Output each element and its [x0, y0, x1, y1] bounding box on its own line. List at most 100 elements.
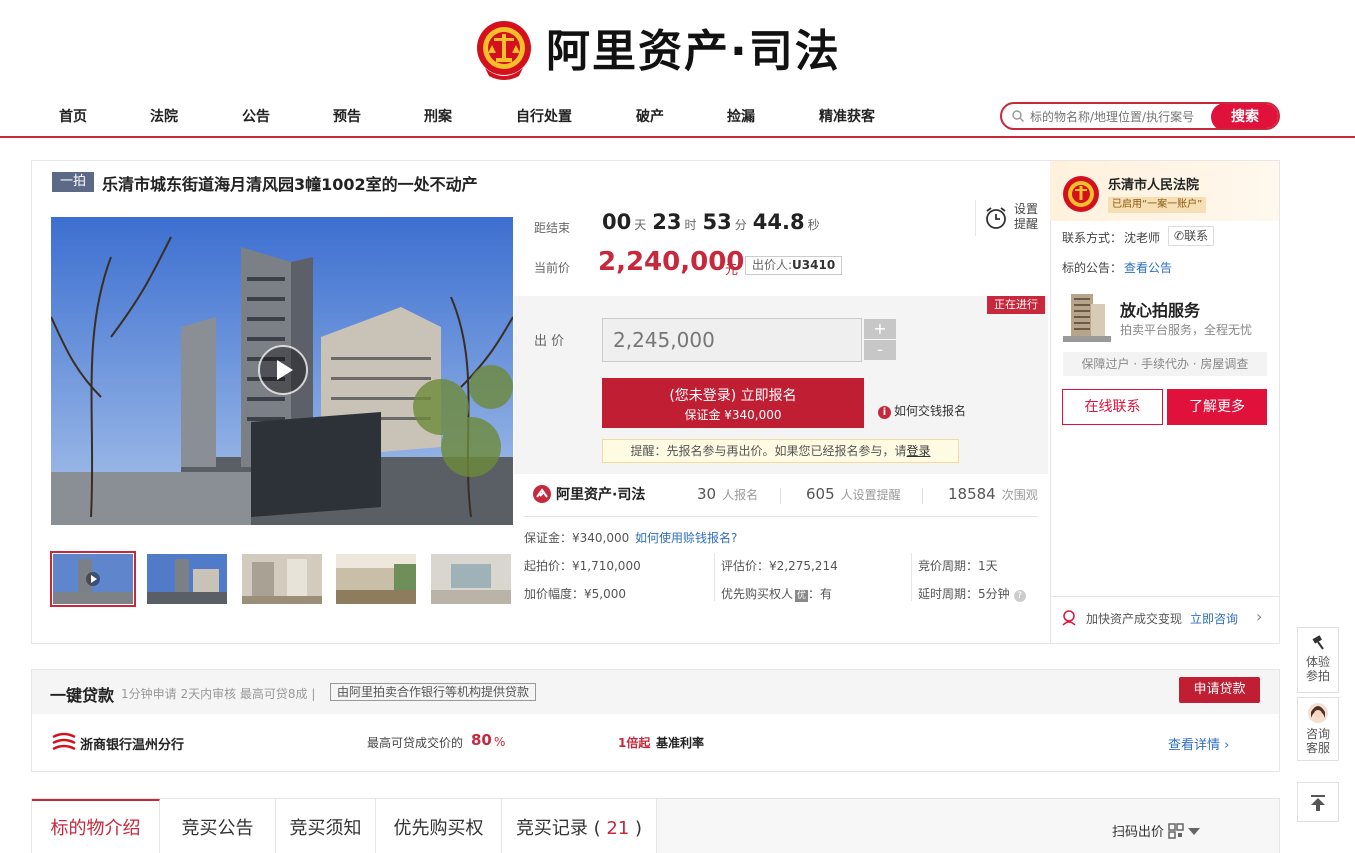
loan-detail-link-label: 查看详情	[1168, 738, 1221, 753]
nav-notice[interactable]: 公告	[242, 106, 270, 126]
learn-more-button[interactable]: 了解更多	[1167, 389, 1267, 425]
online-contact-button[interactable]: 在线联系	[1062, 389, 1163, 425]
signup-count: 30 人报名	[697, 485, 758, 503]
arrow-up-icon	[1311, 795, 1325, 811]
search-box: 搜索	[1000, 102, 1280, 130]
login-link[interactable]: 登录	[907, 444, 931, 458]
countdown-hours: 23	[652, 210, 682, 234]
detail-tabs: 标的物介绍 竞买公告 竞买须知 优先购买权 竞买记录 ( 21 ) 扫码出价	[31, 798, 1280, 853]
deposit-info: 保证金：¥340,000	[524, 531, 630, 545]
info-icon: i	[878, 406, 891, 419]
countdown-timer: 00 天 23 时 53 分 44.8 秒	[602, 210, 826, 234]
countdown-seconds: 44.8	[752, 210, 805, 234]
assessed-price: 评估价：¥2,275,214	[721, 559, 838, 573]
divider	[911, 553, 912, 601]
nav-bankruptcy[interactable]: 破产	[636, 106, 664, 126]
nav-criminal[interactable]: 刑案	[424, 106, 452, 126]
experience-bid-label: 体验参拍	[1305, 655, 1330, 683]
court-emblem-logo	[477, 21, 531, 80]
nav-precise-leads[interactable]: 精准获客	[819, 106, 875, 126]
reminder-count: 605 人设置提醒	[806, 485, 901, 503]
priority-buyer-value: ：有	[808, 587, 833, 601]
court-name[interactable]: 乐清市人民法院	[1108, 174, 1199, 193]
countdown-second-unit: 秒	[807, 218, 820, 232]
decrease-bid-button[interactable]: -	[864, 340, 896, 360]
avatar-icon	[1308, 703, 1328, 723]
consult-icon	[1062, 610, 1076, 626]
consult-link[interactable]: 立即咨询	[1190, 610, 1238, 627]
countdown-minutes: 53	[702, 210, 732, 234]
tab-bid-records[interactable]: 竞买记录 ( 21 )	[502, 799, 657, 853]
tab-item-intro[interactable]: 标的物介绍	[32, 799, 160, 853]
customer-service-label: 咨询客服	[1305, 727, 1330, 755]
thumbnail-4[interactable]	[336, 554, 416, 604]
nav-bargain[interactable]: 捡漏	[727, 106, 755, 126]
apply-loan-button[interactable]: 申请贷款	[1179, 677, 1260, 703]
nav-court[interactable]: 法院	[150, 106, 178, 126]
bidder-id: U3410	[792, 258, 836, 272]
alarm-clock-icon	[986, 207, 1006, 229]
extension-period: 延时周期：5分钟?	[918, 585, 1026, 602]
reminder-count-label: 人设置提醒	[840, 488, 901, 502]
contact-button[interactable]: ✆联系	[1168, 226, 1215, 246]
tab-priority[interactable]: 优先购买权	[376, 799, 502, 853]
nav-self-disposal[interactable]: 自行处置	[516, 106, 572, 126]
countdown-hour-unit: 时	[684, 218, 697, 232]
play-video-icon[interactable]	[257, 344, 309, 396]
chevron-right-icon: ›	[1256, 607, 1263, 626]
thumbnail-2[interactable]	[147, 554, 227, 604]
extension-period-label: 延时周期：5分钟	[918, 587, 1010, 601]
view-count-value: 18584	[948, 485, 996, 503]
tab-bid-rules[interactable]: 竞买须知	[276, 799, 376, 853]
divider	[714, 553, 715, 601]
nav-home[interactable]: 首页	[59, 106, 87, 126]
loan-rate-prefix: 1倍起	[618, 736, 651, 750]
signup-button-label: (您未登录) 立即报名	[669, 388, 797, 404]
search-button[interactable]: 搜索	[1211, 104, 1278, 128]
view-notice-link[interactable]: 查看公告	[1124, 259, 1172, 276]
scan-bid-label: 扫码出价	[1112, 825, 1165, 840]
priority-buyer: 优先购买权人优：有	[721, 585, 832, 602]
auction-round-tag: 一拍	[52, 172, 94, 192]
consult-bar[interactable]: 加快资产成交变现 立即咨询 ›	[1050, 596, 1279, 643]
tab-bid-notice[interactable]: 竞买公告	[160, 799, 276, 853]
set-reminder-label: 设置提醒	[1014, 202, 1039, 231]
thumbnail-5[interactable]	[431, 554, 511, 604]
contact-button-label: 联系	[1184, 229, 1209, 243]
loan-max-value: 80	[471, 731, 492, 749]
building-image	[1063, 294, 1111, 342]
bid-records-count: 21	[606, 818, 630, 839]
customer-service-button[interactable]: 咨询客服	[1297, 697, 1339, 761]
consult-text: 加快资产成交变现	[1086, 612, 1183, 626]
bid-label: 出 价	[534, 334, 565, 349]
loan-provider-note: 由阿里拍卖合作银行等机构提供贷款	[330, 683, 537, 701]
search-input[interactable]	[1030, 108, 1212, 126]
stats-brand-text: 阿里资产·司法	[556, 487, 646, 503]
deposit-help-link[interactable]: 如何使用赊钱报名?	[635, 529, 737, 546]
contact-name: 沈老师	[1124, 231, 1161, 245]
thumbnail-1[interactable]	[50, 551, 136, 607]
experience-bid-button[interactable]: 体验参拍	[1297, 627, 1339, 693]
service-title: 放心拍服务	[1120, 301, 1201, 320]
nav-preview[interactable]: 预告	[333, 106, 361, 126]
bid-increment: 加价幅度：¥5,000	[524, 587, 626, 601]
signup-button[interactable]: (您未登录) 立即报名 保证金 ¥340,000	[602, 378, 864, 428]
back-to-top-button[interactable]	[1297, 782, 1339, 822]
set-reminder-button[interactable]: 设置提醒	[975, 200, 1045, 236]
signup-count-label: 人报名	[722, 488, 759, 502]
bidder-label: 出价人:	[752, 258, 793, 272]
bank-logo-icon	[52, 732, 76, 751]
how-to-pay-link[interactable]: i 如何交钱报名	[878, 402, 966, 419]
court-emblem-icon	[1063, 176, 1099, 212]
notice-label: 标的公告：	[1062, 261, 1123, 275]
site-brand-title: 阿里资产·司法	[546, 26, 841, 77]
bid-amount-input[interactable]: 2,245,000	[602, 318, 862, 362]
scan-bid-button[interactable]: 扫码出价	[1112, 821, 1201, 840]
price-unit: 元	[725, 263, 739, 278]
how-to-pay-label: 如何交钱报名	[894, 404, 967, 418]
stats-brand: 阿里资产·司法	[532, 484, 645, 504]
thumbnail-3[interactable]	[242, 554, 322, 604]
increase-bid-button[interactable]: +	[864, 319, 896, 339]
help-icon[interactable]: ?	[1013, 590, 1026, 602]
loan-detail-link[interactable]: 查看详情 ›	[1168, 734, 1229, 753]
